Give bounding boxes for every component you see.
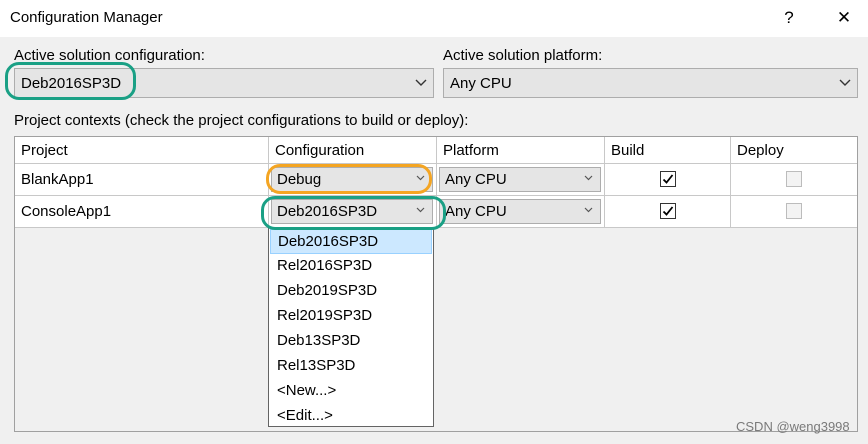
close-button[interactable]: ✕ (826, 3, 862, 33)
active-config-combobox[interactable]: Deb2016SP3D (14, 68, 434, 98)
build-cell (605, 164, 731, 196)
dropdown-option-rel13sp3d[interactable]: Rel13SP3D (270, 354, 432, 379)
header-platform[interactable]: Platform (437, 137, 605, 164)
deploy-cell (731, 196, 857, 228)
watermark: CSDN @weng3998 (736, 419, 850, 434)
platform-value: Any CPU (445, 203, 507, 220)
active-platform-combobox[interactable]: Any CPU (443, 68, 858, 98)
help-button[interactable]: ? (772, 3, 806, 33)
deploy-cell (731, 164, 857, 196)
platform-combobox[interactable]: Any CPU (439, 167, 601, 192)
chevron-down-icon (416, 171, 425, 188)
checkmark-icon (662, 174, 674, 184)
dropdown-option-deb13sp3d[interactable]: Deb13SP3D (270, 329, 432, 354)
deploy-checkbox[interactable] (786, 171, 802, 187)
build-checkbox[interactable] (660, 171, 676, 187)
chevron-down-icon (415, 73, 427, 94)
configuration-combobox[interactable]: Deb2016SP3D (271, 199, 433, 224)
project-name: BlankApp1 (21, 171, 94, 188)
window-title: Configuration Manager (10, 9, 163, 26)
header-build[interactable]: Build (605, 137, 731, 164)
configuration-dropdown-list: Deb2016SP3D Rel2016SP3D Deb2019SP3D Rel2… (268, 227, 434, 427)
platform-cell: Any CPU (437, 196, 605, 228)
dropdown-option-edit[interactable]: <Edit...> (270, 404, 432, 429)
configuration-cell: Deb2016SP3D (269, 196, 437, 228)
header-project[interactable]: Project (15, 137, 269, 164)
project-contexts-grid: Project Configuration Platform Build Dep… (14, 136, 858, 432)
dropdown-option-rel2016sp3d[interactable]: Rel2016SP3D (270, 254, 432, 279)
table-row[interactable]: ConsoleApp1 (15, 196, 269, 228)
platform-cell: Any CPU (437, 164, 605, 196)
header-configuration[interactable]: Configuration (269, 137, 437, 164)
configuration-value: Deb2016SP3D (277, 203, 378, 220)
header-deploy[interactable]: Deploy (731, 137, 857, 164)
dropdown-option-new[interactable]: <New...> (270, 379, 432, 404)
configuration-combobox[interactable]: Debug (271, 167, 433, 192)
active-config-label: Active solution configuration: (14, 47, 205, 64)
deploy-checkbox[interactable] (786, 203, 802, 219)
dropdown-option-deb2016sp3d[interactable]: Deb2016SP3D (270, 229, 432, 254)
project-name: ConsoleApp1 (21, 203, 112, 220)
platform-value: Any CPU (445, 171, 507, 188)
configuration-value: Debug (277, 171, 322, 188)
chevron-down-icon (839, 73, 851, 94)
platform-combobox[interactable]: Any CPU (439, 199, 601, 224)
active-config-value: Deb2016SP3D (21, 75, 122, 92)
active-platform-value: Any CPU (450, 75, 512, 92)
active-platform-label: Active solution platform: (443, 47, 603, 64)
build-checkbox[interactable] (660, 203, 676, 219)
build-cell (605, 196, 731, 228)
project-contexts-label: Project contexts (check the project conf… (14, 112, 469, 129)
chevron-down-icon (416, 203, 425, 220)
dropdown-option-rel2019sp3d[interactable]: Rel2019SP3D (270, 304, 432, 329)
chevron-down-icon (584, 203, 593, 220)
chevron-down-icon (584, 171, 593, 188)
title-bar: Configuration Manager ? ✕ (0, 0, 868, 37)
dropdown-option-deb2019sp3d[interactable]: Deb2019SP3D (270, 279, 432, 304)
table-row[interactable]: BlankApp1 (15, 164, 269, 196)
checkmark-icon (662, 206, 674, 216)
configuration-cell: Debug (269, 164, 437, 196)
